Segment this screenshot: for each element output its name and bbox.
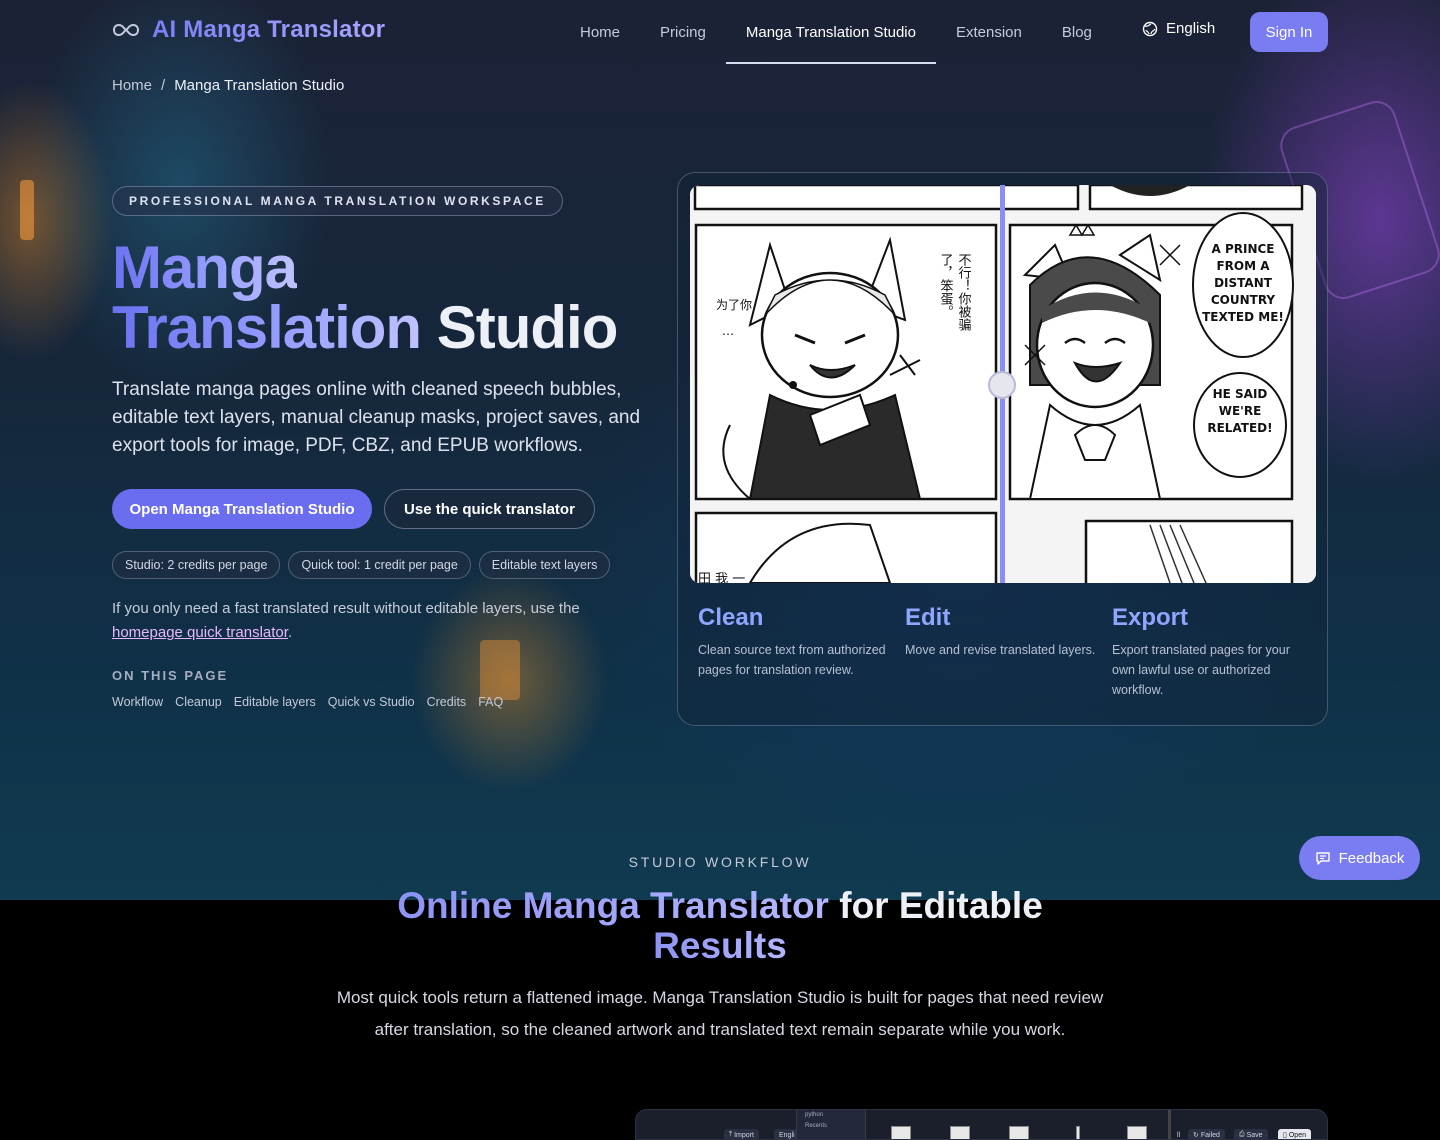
workflow-title-plain-1: for Editable <box>839 885 1043 926</box>
manga-en-bubble2-line2: WE'RE <box>1219 404 1262 418</box>
pill-studio-credits: Studio: 2 credits per page <box>112 551 281 579</box>
manga-cn-vertical-1: 不行！你被骗 <box>956 253 972 331</box>
toc-cleanup[interactable]: Cleanup <box>175 695 222 709</box>
sp-page-thumb <box>950 1126 970 1139</box>
nav-extension[interactable]: Extension <box>936 0 1042 64</box>
sp-open-button: ▯ Open <box>1278 1129 1311 1139</box>
workflow-title-gradient: Online Manga Translator <box>397 885 829 926</box>
feature-export-title: Export <box>1112 604 1189 631</box>
toc-quick-vs-studio[interactable]: Quick vs Studio <box>328 695 415 709</box>
brand-link[interactable]: AI Manga Translator <box>112 16 385 44</box>
hero-description: Translate manga pages online with cleane… <box>112 379 641 456</box>
sp-all-label: ll <box>1177 1131 1181 1139</box>
sign-in-button[interactable]: Sign In <box>1250 12 1328 52</box>
manga-en-bubble2-line1: HE SAID <box>1213 387 1268 401</box>
title-word-manga: Manga <box>112 234 298 301</box>
workflow-title-plain-2: Results <box>653 925 787 966</box>
open-studio-button[interactable]: Open Manga Translation Studio <box>112 489 372 529</box>
before-after-preview-card: 为了你 … 不行！你被骗 了，笨蛋。 A PRINCE FROM A DISTA… <box>677 172 1328 726</box>
manga-en-bubble1-line2: FROM A <box>1216 259 1270 273</box>
quick-translator-button[interactable]: Use the quick translator <box>384 489 595 529</box>
sp-sidebar: python Recents <box>796 1110 866 1139</box>
title-word-studio: Studio <box>436 294 619 361</box>
feature-clean-title: Clean <box>698 604 764 631</box>
main-nav: Home Pricing Manga Translation Studio Ex… <box>560 0 1112 64</box>
workflow-eyebrow: STUDIO WORKFLOW <box>628 854 812 870</box>
sp-save-button: ⎙ Save <box>1234 1129 1268 1139</box>
nav-manga-translation-studio[interactable]: Manga Translation Studio <box>725 0 937 64</box>
sp-page-thumb <box>1009 1126 1029 1139</box>
sp-sidebar-recents: Recents <box>805 1123 828 1129</box>
studio-screenshot-preview: ⤒ Import Engli python Recents ll ↻ Faile… <box>635 1109 1328 1140</box>
manga-cn-bottom: 田 我 一 <box>698 572 745 583</box>
workflow-title: Online Manga Translator for Editable Res… <box>370 886 1070 966</box>
compare-slider-handle[interactable] <box>988 371 1016 399</box>
manga-cn-dots: … <box>722 324 734 338</box>
pill-quick-credits: Quick tool: 1 credit per page <box>288 551 471 579</box>
note-suffix: . <box>287 624 293 641</box>
infinity-icon <box>112 23 140 37</box>
sp-divider <box>1168 1110 1171 1139</box>
sp-failed-button: ↻ Failed <box>1188 1129 1225 1139</box>
credit-pills: Studio: 2 credits per page Quick tool: 1… <box>112 551 611 579</box>
feature-export-text: Export translated pages for your own law… <box>1112 643 1290 697</box>
window-light-decoration <box>480 640 520 700</box>
sp-import-button: ⤒ Import <box>724 1129 759 1139</box>
feature-edit: Edit Move and revise translated layers. <box>905 603 1105 660</box>
manga-cn-vertical-2: 了，笨蛋。 <box>938 253 954 318</box>
globe-icon <box>1142 21 1158 36</box>
workflow-description: Most quick tools return a flattened imag… <box>336 988 1104 1039</box>
brand-name: AI Manga Translator <box>152 16 386 43</box>
feature-clean: Clean Clean source text from authorized … <box>698 603 898 680</box>
on-this-page-heading: ON THIS PAGE <box>112 668 229 683</box>
pill-editable-layers: Editable text layers <box>478 551 611 579</box>
homepage-quick-translator-link[interactable]: homepage quick translator <box>112 624 288 641</box>
title-word-translation: Translation <box>112 294 422 361</box>
feature-edit-text: Move and revise translated layers. <box>905 643 1096 657</box>
note-prefix: If you only need a fast translated resul… <box>112 600 580 617</box>
manga-en-bubble2-line3: RELATED! <box>1207 421 1272 435</box>
feature-export: Export Export translated pages for your … <box>1112 603 1312 700</box>
page-title: Manga Translation Studio <box>112 238 619 361</box>
manga-comparison-image[interactable]: 为了你 … 不行！你被骗 了，笨蛋。 A PRINCE FROM A DISTA… <box>690 185 1316 583</box>
manga-en-bubble1-line5: TEXTED ME! <box>1202 310 1284 324</box>
sp-page-thumb <box>891 1126 911 1139</box>
manga-artwork: 为了你 … 不行！你被骗 了，笨蛋。 A PRINCE FROM A DISTA… <box>690 185 1316 583</box>
right-character-art <box>1022 223 1162 500</box>
site-header: AI Manga Translator Home Pricing Manga T… <box>0 0 1440 64</box>
breadcrumb: Home / Manga Translation Studio <box>112 77 344 94</box>
lamp-decoration <box>20 180 34 240</box>
sp-page-thumb <box>1127 1126 1147 1139</box>
toc-credits[interactable]: Credits <box>427 695 467 709</box>
manga-en-bubble1-line3: DISTANT <box>1214 276 1273 290</box>
toc-workflow[interactable]: Workflow <box>112 695 163 709</box>
feature-edit-title: Edit <box>905 604 951 631</box>
hero-eyebrow-badge: PROFESSIONAL MANGA TRANSLATION WORKSPACE <box>112 186 563 216</box>
nav-blog[interactable]: Blog <box>1042 0 1112 64</box>
quick-translator-note: If you only need a fast translated resul… <box>112 597 632 645</box>
nav-home[interactable]: Home <box>560 0 640 64</box>
manga-en-bubble1-line4: COUNTRY <box>1211 293 1276 307</box>
sp-page-thumb <box>1076 1126 1080 1139</box>
feature-clean-text: Clean source text from authorized pages … <box>698 643 886 677</box>
language-selector[interactable]: English <box>1142 20 1215 37</box>
manga-en-bubble1-line1: A PRINCE <box>1211 242 1274 256</box>
manga-cn-small-text: 为了你 <box>716 298 752 312</box>
breadcrumb-home[interactable]: Home <box>112 77 152 94</box>
language-label: English <box>1166 20 1216 37</box>
breadcrumb-separator: / <box>161 77 166 94</box>
breadcrumb-current: Manga Translation Studio <box>174 77 345 94</box>
nav-pricing[interactable]: Pricing <box>640 0 726 64</box>
toc-editable-layers[interactable]: Editable layers <box>234 695 316 709</box>
toc-faq[interactable]: FAQ <box>478 695 503 709</box>
sp-sidebar-python: python <box>805 1112 824 1118</box>
on-this-page-links: Workflow Cleanup Editable layers Quick v… <box>112 695 503 709</box>
